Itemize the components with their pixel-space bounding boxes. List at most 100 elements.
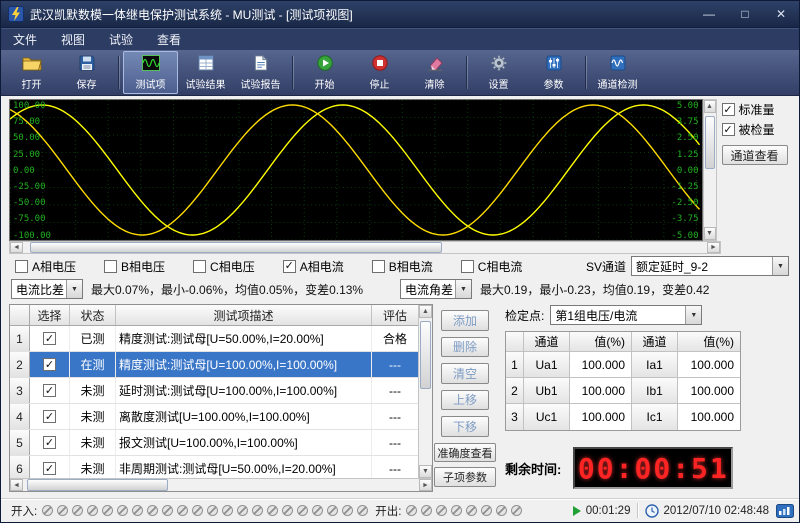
scroll-left-arrow[interactable] [10,479,23,491]
chart-vertical-scrollbar[interactable] [702,99,717,241]
row-select-cell[interactable] [30,430,70,455]
menu-view[interactable]: 视图 [49,29,97,50]
column-header[interactable]: 评估 [372,305,418,325]
add-button[interactable]: 添加 [441,310,489,331]
ratio-error-select[interactable]: 电流比差 [11,279,83,299]
move-down-button[interactable]: 下移 [441,416,489,437]
phase-check-5[interactable]: C相电流 [460,258,522,275]
scroll-right-arrow[interactable] [707,242,720,253]
column-header[interactable]: 选择 [30,305,70,325]
standard-quantity-toggle[interactable]: 标准量 [721,101,775,118]
test-row-5[interactable]: 5 未测报文测试[U=100.00%,I=100.00%] --- [10,430,418,456]
row-select-cell[interactable] [30,404,70,429]
checkbox-icon[interactable] [721,103,735,116]
sub-params-button[interactable]: 子项参数 [434,467,496,487]
checkbox-icon[interactable] [460,259,474,273]
maximize-button[interactable]: □ [727,1,763,27]
minimize-button[interactable]: — [691,1,727,27]
accuracy-view-button[interactable]: 准确度查看 [434,442,496,463]
checkbox-icon[interactable] [721,123,735,136]
scroll-down-arrow[interactable] [703,227,716,240]
scroll-track[interactable] [419,318,432,465]
test-row-3[interactable]: 3 未测延时测试:测试母[U=100.00%,I=100.00%] --- [10,378,418,404]
channel-view-button[interactable]: 通道查看 [721,145,788,165]
waveform-chart[interactable]: 100.00 75.00 50.00 25.00 0.00 -25.00 -50.00 -75… [9,99,703,241]
column-header[interactable]: 状态 [70,305,116,325]
scroll-up-arrow[interactable] [703,100,716,113]
channel-check-button[interactable]: 通道检测 [590,51,645,94]
clear-button[interactable]: 清除 [407,51,462,94]
test-row-4[interactable]: 4 未测离散度测试[U=100.00%,I=100.00%] --- [10,404,418,430]
chevron-down-icon[interactable] [455,280,471,298]
angle-error-select[interactable]: 电流角差 [400,279,472,299]
scroll-thumb[interactable] [29,242,443,253]
chevron-down-icon[interactable] [772,257,788,275]
phase-check-4[interactable]: B相电流 [371,258,433,275]
test-items-button[interactable]: 测试项 [123,51,178,94]
scroll-thumb[interactable] [420,321,431,390]
delete-button[interactable]: 删除 [441,336,489,358]
clear-list-button[interactable]: 清空 [441,363,489,384]
row-checkbox[interactable] [43,384,56,397]
fp-channel-value[interactable]: 100.000 [678,378,740,404]
start-button[interactable]: 开始 [297,51,352,94]
scroll-track[interactable] [23,242,707,253]
checkbox-icon[interactable] [282,259,296,273]
params-button[interactable]: 参数 [526,51,581,94]
table-horizontal-scrollbar[interactable] [10,478,432,491]
fixed-points-select[interactable]: 第1组电压/电流 [550,305,703,325]
menu-file[interactable]: 文件 [1,29,49,50]
chevron-down-icon[interactable] [685,306,702,324]
close-button[interactable]: ✕ [763,1,799,27]
phase-check-3[interactable]: A相电流 [282,258,344,275]
test-row-6[interactable]: 6 未测非周期测试:测试母[U=50.00%,I=20.00%] --- [10,456,418,478]
test-report-button[interactable]: 试验报告 [233,51,288,94]
chart-horizontal-scrollbar[interactable] [9,241,721,254]
checkbox-icon[interactable] [193,259,207,273]
scroll-thumb[interactable] [704,116,715,170]
fp-channel-value[interactable]: 100.000 [678,352,740,378]
phase-check-0[interactable]: A相电压 [15,258,76,275]
stop-button[interactable]: 停止 [352,51,407,94]
scroll-track[interactable] [704,113,716,227]
test-results-button[interactable]: 试验结果 [178,51,233,94]
row-checkbox[interactable] [43,436,56,449]
row-select-cell[interactable] [30,352,70,377]
checkbox-icon[interactable] [371,259,385,273]
checkbox-icon[interactable] [15,259,28,273]
test-row-1[interactable]: 1 已测精度测试:测试母[U=50.00%,I=20.00%] 合格 [10,326,418,352]
menu-look[interactable]: 查看 [145,29,193,50]
move-up-button[interactable]: 上移 [441,389,489,411]
column-header[interactable]: 测试项描述 [116,305,372,325]
row-select-cell[interactable] [30,326,70,351]
phase-check-1[interactable]: B相电压 [104,258,165,275]
settings-button[interactable]: 设置 [471,51,526,94]
fp-channel-value[interactable]: 100.000 [678,404,740,430]
row-checkbox[interactable] [43,358,56,371]
menu-test[interactable]: 试验 [97,29,145,50]
save-button[interactable]: 保存 [59,51,114,94]
checkbox-icon[interactable] [104,259,118,273]
row-checkbox[interactable] [43,332,56,345]
scroll-left-arrow[interactable] [10,242,23,253]
sv-channel-select[interactable]: 额定延时_9-2 [631,256,789,276]
fp-channel-value[interactable]: 100.000 [570,404,632,430]
fp-channel-value[interactable]: 100.000 [570,352,632,378]
open-button[interactable]: 打开 [4,51,59,94]
fp-channel-value[interactable]: 100.000 [570,378,632,404]
table-vertical-scrollbar[interactable] [418,305,432,478]
row-checkbox[interactable] [43,462,56,475]
title-bar[interactable]: 武汉凯默数模一体继电保护测试系统 - MU测试 - [测试项视图] — □ ✕ [1,1,799,28]
scroll-right-arrow[interactable] [419,479,432,491]
test-row-2[interactable]: 2 在测精度测试:测试母[U=100.00%,I=100.00%] --- [10,352,418,378]
scroll-up-arrow[interactable] [419,305,432,318]
scroll-down-arrow[interactable] [419,465,432,478]
row-checkbox[interactable] [43,410,56,423]
scroll-thumb[interactable] [26,479,168,491]
chevron-down-icon[interactable] [66,280,82,298]
phase-check-2[interactable]: C相电压 [193,258,255,275]
row-select-cell[interactable] [30,456,70,478]
scroll-track[interactable] [23,479,419,491]
row-select-cell[interactable] [30,378,70,403]
measured-quantity-toggle[interactable]: 被检量 [721,121,775,138]
